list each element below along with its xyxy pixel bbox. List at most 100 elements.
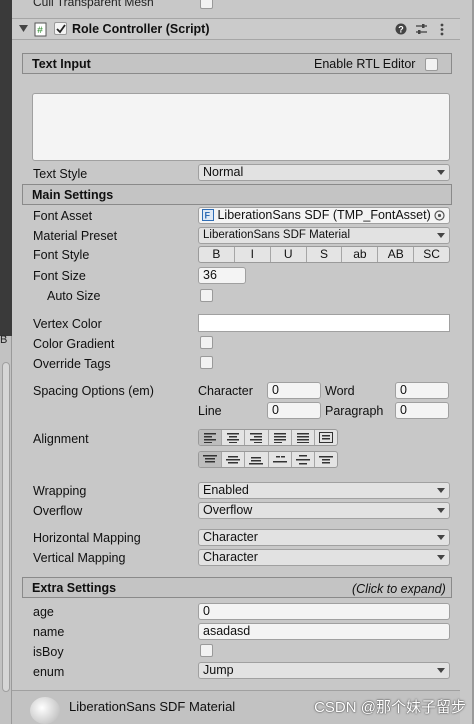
extra-settings-hint[interactable]: (Click to expand) <box>352 581 446 597</box>
paragraph-spacing-label: Paragraph <box>325 404 384 418</box>
chevron-down-icon <box>437 668 445 673</box>
vertex-color-swatch[interactable] <box>198 314 450 332</box>
isboy-checkbox[interactable] <box>200 644 213 657</box>
h-align-right-icon[interactable] <box>245 430 269 445</box>
font-asset-icon: F <box>202 209 214 221</box>
vertex-color-label: Vertex Color <box>33 317 102 331</box>
svg-text:#: # <box>37 26 43 37</box>
override-tags-label: Override Tags <box>33 357 111 371</box>
v-align-capline-icon[interactable] <box>315 452 337 467</box>
vertical-mapping-dropdown[interactable]: Character <box>198 549 450 566</box>
chevron-down-icon <box>437 488 445 493</box>
paragraph-spacing-input[interactable]: 0 <box>395 402 449 419</box>
font-style-button[interactable]: ab <box>342 247 379 262</box>
font-style-button[interactable]: AB <box>378 247 415 262</box>
enum-label: enum <box>33 665 65 679</box>
vertical-mapping-label: Vertical Mapping <box>33 551 126 565</box>
wrapping-value: Enabled <box>203 483 249 497</box>
kebab-icon[interactable] <box>440 23 444 36</box>
line-spacing-input[interactable]: 0 <box>267 402 321 419</box>
v-align-bottom-icon[interactable] <box>245 452 269 467</box>
override-tags-checkbox[interactable] <box>200 356 213 369</box>
font-style-button[interactable]: SC <box>414 247 449 262</box>
wrapping-label: Wrapping <box>33 484 87 498</box>
font-asset-field[interactable]: F LiberationSans SDF (TMP_FontAsset) <box>198 207 450 224</box>
v-align-midline-icon[interactable] <box>292 452 315 467</box>
spacing-options-label: Spacing Options (em) <box>33 384 154 398</box>
text-input-area[interactable] <box>32 93 450 161</box>
font-style-label: Font Style <box>33 248 90 262</box>
foldout-arrow-icon[interactable] <box>19 25 28 33</box>
age-input[interactable]: 0 <box>198 603 450 620</box>
auto-size-checkbox[interactable] <box>200 289 213 302</box>
h-align-geometry-center-icon[interactable] <box>315 430 337 445</box>
auto-size-label: Auto Size <box>47 289 101 303</box>
horizontal-alignment-buttons[interactable] <box>198 429 338 446</box>
h-align-left-icon[interactable] <box>199 430 223 445</box>
chevron-down-icon <box>437 555 445 560</box>
horizontal-mapping-value: Character <box>203 530 258 544</box>
material-preset-value: LiberationSans SDF Material <box>203 229 351 241</box>
font-style-buttons[interactable]: B I U Sab AB SC <box>198 246 450 263</box>
font-style-button[interactable]: B <box>199 247 235 262</box>
material-preset-label: Material Preset <box>33 229 118 243</box>
color-gradient-checkbox[interactable] <box>200 336 213 349</box>
font-size-input[interactable]: 36 <box>198 267 246 284</box>
character-spacing-input[interactable]: 0 <box>267 382 321 399</box>
component-title: Role Controller (Script) <box>72 22 210 36</box>
overflow-label: Overflow <box>33 504 83 518</box>
line-spacing-label: Line <box>198 404 222 418</box>
horizontal-mapping-dropdown[interactable]: Character <box>198 529 450 546</box>
horizontal-mapping-label: Horizontal Mapping <box>33 531 141 545</box>
sliders-icon[interactable] <box>415 23 428 35</box>
vertical-mapping-value: Character <box>203 550 258 564</box>
main-settings-title: Main Settings <box>32 188 114 202</box>
question-icon[interactable]: ? <box>395 23 407 35</box>
v-align-baseline-icon[interactable] <box>269 452 292 467</box>
font-style-button[interactable]: I <box>235 247 271 262</box>
word-spacing-input[interactable]: 0 <box>395 382 449 399</box>
h-align-flush-icon[interactable] <box>292 430 315 445</box>
color-gradient-label: Color Gradient <box>33 337 115 351</box>
component-enabled-checkbox[interactable] <box>54 22 67 35</box>
material-preset-dropdown[interactable]: LiberationSans SDF Material <box>198 227 450 244</box>
extra-settings-title: Extra Settings <box>32 581 117 595</box>
v-align-middle-icon[interactable] <box>222 452 246 467</box>
object-picker-icon[interactable] <box>434 210 445 221</box>
cull-transparent-mesh-label: Cull Transparent Mesh <box>33 0 154 9</box>
text-style-dropdown[interactable]: Normal <box>198 164 450 181</box>
main-settings-section[interactable]: Main Settings <box>22 184 452 205</box>
component-header[interactable]: # Role Controller (Script) ? <box>12 18 460 40</box>
hierarchy-scrollbar[interactable] <box>2 362 10 692</box>
font-style-button[interactable]: S <box>307 247 343 262</box>
alignment-label: Alignment <box>33 432 89 446</box>
material-preview-thumbnail <box>30 697 60 724</box>
text-style-value: Normal <box>203 165 244 179</box>
text-style-label: Text Style <box>33 167 88 181</box>
wrapping-dropdown[interactable]: Enabled <box>198 482 450 499</box>
word-spacing-label: Word <box>325 384 355 398</box>
enum-dropdown[interactable]: Jump <box>198 662 450 679</box>
h-align-justified-icon[interactable] <box>269 430 292 445</box>
isboy-label: isBoy <box>33 645 64 659</box>
text-input-title: Text Input <box>32 57 91 71</box>
name-input[interactable]: asadasd <box>198 623 450 640</box>
overflow-dropdown[interactable]: Overflow <box>198 502 450 519</box>
enum-value: Jump <box>203 663 234 677</box>
character-spacing-label: Character <box>198 384 253 398</box>
h-align-center-icon[interactable] <box>222 430 246 445</box>
cull-transparent-mesh-checkbox[interactable] <box>200 0 213 9</box>
hierarchy-item-fragment: B <box>0 334 8 346</box>
overflow-value: Overflow <box>203 503 253 517</box>
watermark-text: CSDN @那个妹子留步 <box>314 699 466 716</box>
v-align-top-icon[interactable] <box>199 452 223 467</box>
script-icon: # <box>34 22 47 37</box>
rtl-editor-checkbox[interactable] <box>425 58 438 71</box>
font-asset-label: Font Asset <box>33 209 93 223</box>
font-asset-value: LiberationSans SDF (TMP_FontAsset) <box>217 208 431 222</box>
age-label: age <box>33 605 54 619</box>
font-style-button[interactable]: U <box>271 247 307 262</box>
svg-text:?: ? <box>398 25 404 35</box>
vertical-alignment-buttons[interactable] <box>198 451 338 468</box>
chevron-down-icon <box>437 508 445 513</box>
